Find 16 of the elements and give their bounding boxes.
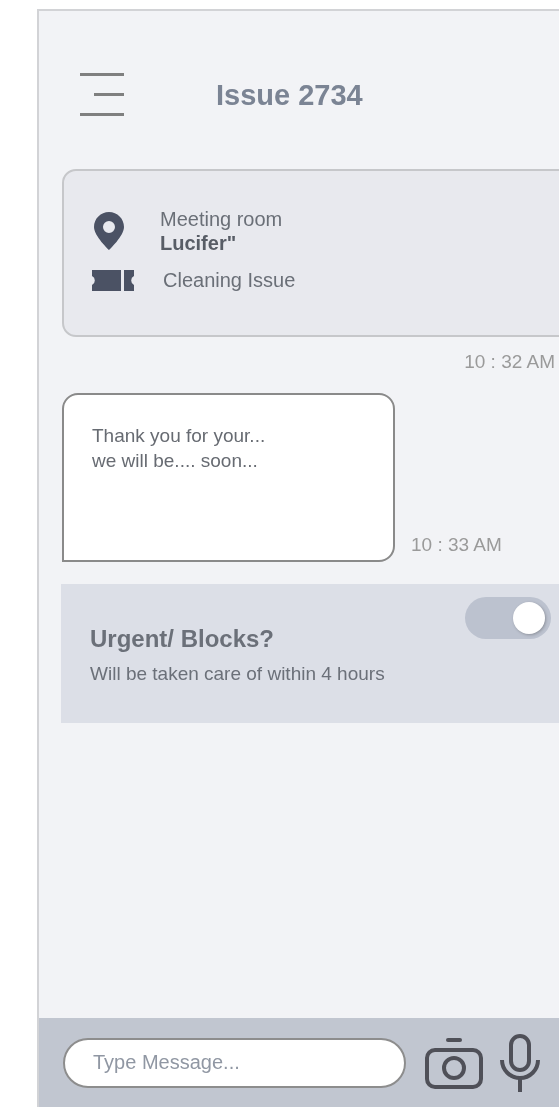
ticket-icon bbox=[92, 270, 134, 291]
location-name: Meeting room bbox=[160, 207, 283, 231]
message-bubble: Thank you for your... we will be.... soon... bbox=[62, 393, 395, 562]
location-pin-icon bbox=[94, 212, 124, 250]
camera-icon[interactable] bbox=[424, 1035, 484, 1090]
room-name: Lucifer" bbox=[160, 231, 238, 255]
microphone-icon[interactable] bbox=[498, 1033, 542, 1092]
urgent-title: Urgent/ Blocks? bbox=[90, 625, 276, 653]
message-time: 10 : 32 AM bbox=[464, 351, 555, 373]
urgent-toggle[interactable] bbox=[465, 597, 551, 639]
menu-icon[interactable] bbox=[80, 73, 126, 117]
message-time: 10 : 33 AM bbox=[411, 534, 502, 556]
page-title: Issue 2734 bbox=[216, 78, 363, 112]
issue-category: Cleaning Issue bbox=[163, 269, 296, 292]
urgent-description: Will be taken care of within 4 hours bbox=[90, 663, 386, 685]
message-input-field[interactable]: Type Message... bbox=[63, 1037, 406, 1088]
